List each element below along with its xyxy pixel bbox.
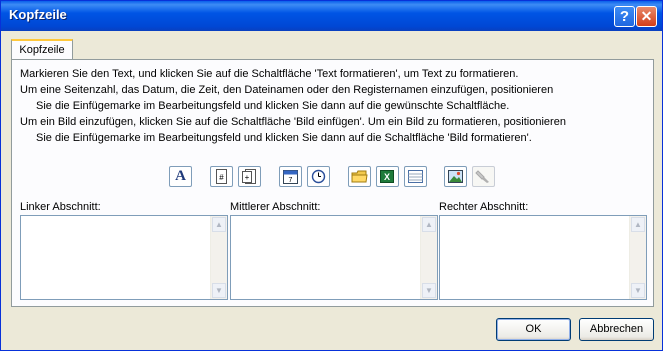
- date-icon: 7: [283, 170, 298, 184]
- cancel-button[interactable]: Abbrechen: [579, 318, 654, 341]
- ok-button[interactable]: OK: [496, 318, 571, 341]
- insert-time-button[interactable]: [307, 166, 330, 187]
- header-dialog: Kopfzeile ? ✕ Kopfzeile Markieren Sie de…: [0, 0, 663, 351]
- insert-file-path-button[interactable]: [348, 166, 371, 187]
- scroll-down-icon[interactable]: ▼: [422, 283, 436, 298]
- file-name-icon: X: [380, 170, 394, 183]
- insert-picture-icon: [448, 170, 463, 183]
- scroll-up-icon[interactable]: ▲: [422, 217, 436, 232]
- svg-text:7: 7: [289, 177, 293, 184]
- format-picture-icon: [475, 170, 489, 183]
- window-title: Kopfzeile: [9, 7, 67, 22]
- page-number-icon: #: [216, 169, 227, 184]
- right-section-label: Rechter Abschnitt:: [439, 201, 529, 213]
- center-section-scrollbar[interactable]: ▲ ▼: [420, 216, 437, 299]
- insert-picture-button[interactable]: [444, 166, 467, 187]
- center-section-label: Mittlerer Abschnitt:: [230, 201, 321, 213]
- insert-page-number-button[interactable]: #: [210, 166, 233, 187]
- instruction-line-5: Sie die Einfügemarke im Bearbeitungsfeld…: [36, 132, 532, 144]
- sheet-name-icon: [408, 170, 423, 183]
- insert-date-button[interactable]: 7: [279, 166, 302, 187]
- center-section-input[interactable]: ▲ ▼: [230, 215, 438, 300]
- instruction-line-3: Sie die Einfügemarke im Bearbeitungsfeld…: [36, 100, 510, 112]
- format-picture-button[interactable]: [472, 166, 495, 187]
- svg-text:X: X: [384, 172, 390, 182]
- left-section-input[interactable]: ▲ ▼: [20, 215, 228, 300]
- scroll-up-icon[interactable]: ▲: [212, 217, 226, 232]
- right-section-input[interactable]: ▲ ▼: [439, 215, 647, 300]
- insert-page-count-button[interactable]: +: [238, 166, 261, 187]
- left-section-label: Linker Abschnitt:: [20, 201, 101, 213]
- left-section-scrollbar[interactable]: ▲ ▼: [210, 216, 227, 299]
- file-path-icon: [351, 170, 368, 183]
- format-text-button[interactable]: A: [169, 166, 192, 187]
- scroll-down-icon[interactable]: ▼: [212, 283, 226, 298]
- instruction-line-2: Um eine Seitenzahl, das Datum, die Zeit,…: [20, 84, 554, 96]
- page-count-icon: +: [242, 169, 256, 184]
- tab-kopfzeile[interactable]: Kopfzeile: [11, 39, 73, 60]
- scroll-down-icon[interactable]: ▼: [631, 283, 645, 298]
- right-section-scrollbar[interactable]: ▲ ▼: [629, 216, 646, 299]
- svg-text:+: +: [245, 173, 250, 182]
- time-icon: [311, 169, 326, 184]
- insert-file-name-button[interactable]: X: [376, 166, 399, 187]
- svg-text:#: #: [219, 173, 224, 182]
- insert-sheet-name-button[interactable]: [404, 166, 427, 187]
- help-button[interactable]: ?: [614, 6, 635, 27]
- close-button[interactable]: ✕: [636, 6, 657, 27]
- scroll-up-icon[interactable]: ▲: [631, 217, 645, 232]
- instruction-line-4: Um ein Bild einzufügen, klicken Sie auf …: [20, 116, 566, 128]
- instruction-line-1: Markieren Sie den Text, und klicken Sie …: [20, 68, 519, 80]
- title-bar[interactable]: Kopfzeile ? ✕: [1, 1, 662, 31]
- format-text-icon: A: [175, 168, 186, 184]
